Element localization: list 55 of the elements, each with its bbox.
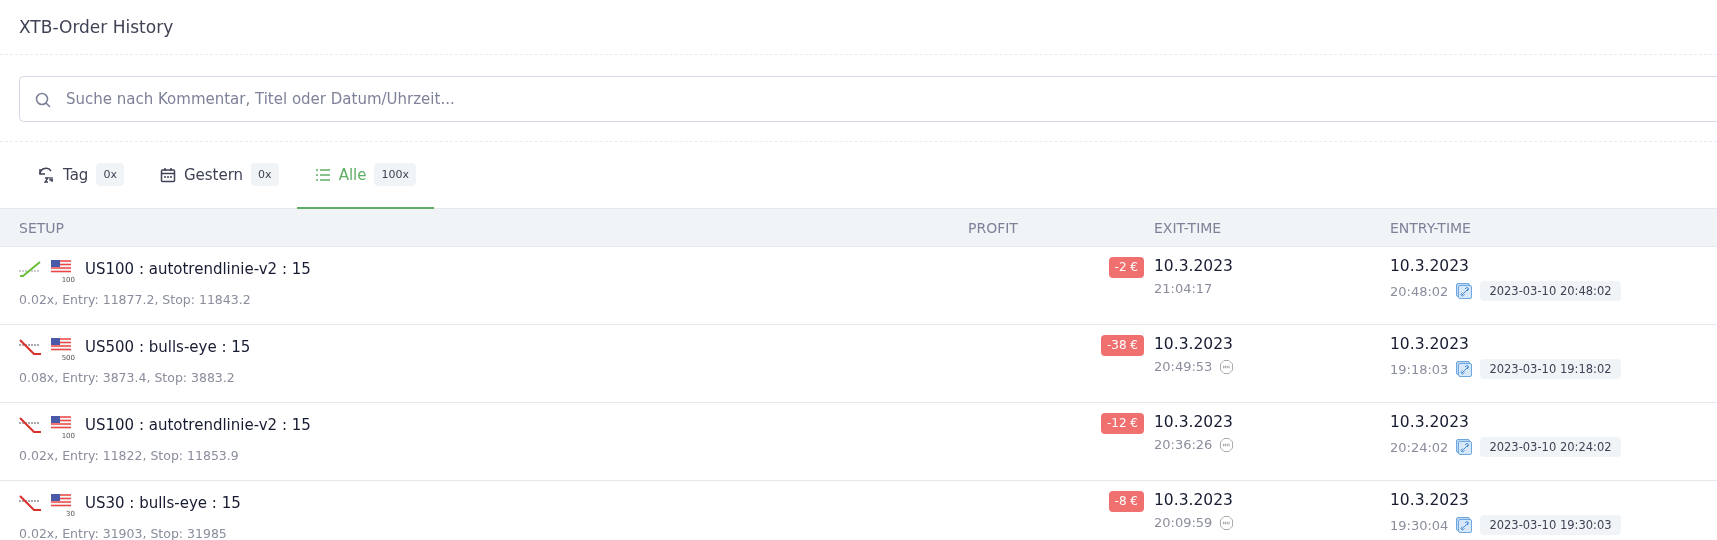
entry-date: 10.3.2023 bbox=[1390, 334, 1470, 355]
profit-badge: -2 € bbox=[1108, 257, 1144, 278]
profit-badge: -38 € bbox=[1100, 335, 1144, 356]
order-details: 0.02x, Entry: 31903, Stop: 31985 bbox=[19, 526, 228, 540]
link-icon[interactable] bbox=[1456, 439, 1473, 455]
profit-badge: -12 € bbox=[1100, 413, 1144, 434]
link-icon[interactable] bbox=[1456, 361, 1473, 377]
timestamp-tag: 2023-03-10 20:48:02 bbox=[1480, 281, 1621, 301]
exit-time: 21:04:17 bbox=[1154, 281, 1213, 296]
order-details: 0.08x, Entry: 3873.4, Stop: 3883.2 bbox=[19, 370, 236, 385]
exit-time: 20:09:59 bbox=[1154, 515, 1213, 530]
column-header: PROFIT bbox=[967, 219, 1019, 236]
us-flag-icon bbox=[51, 494, 71, 507]
exit-date: 10.3.2023 bbox=[1154, 334, 1234, 355]
link-icon[interactable] bbox=[1456, 283, 1473, 299]
entry-date: 10.3.2023 bbox=[1390, 412, 1470, 433]
timestamp-tag: 2023-03-10 19:30:03 bbox=[1480, 515, 1621, 535]
order-details: 0.02x, Entry: 11877.2, Stop: 11843.2 bbox=[19, 292, 252, 307]
entry-date: 10.3.2023 bbox=[1390, 490, 1470, 511]
day-cycle-icon bbox=[37, 165, 55, 184]
setup-title: US100 : autotrendlinie-v2 : 15 bbox=[85, 416, 311, 434]
exit-time: 20:36:26 bbox=[1154, 437, 1213, 452]
entry-time: 19:18:03 bbox=[1390, 361, 1449, 377]
us-flag-icon bbox=[51, 416, 71, 429]
exit-time: 20:49:53 bbox=[1154, 359, 1213, 374]
us-flag-icon bbox=[51, 338, 71, 351]
column-header: EXIT-TIME bbox=[1154, 219, 1223, 236]
search-field[interactable]: Suche nach Kommentar, Titel oder Datum/Uhrzeit... bbox=[19, 76, 1717, 122]
us-flag-icon bbox=[51, 260, 71, 273]
column-header: SETUP bbox=[18, 219, 65, 236]
exit-date: 10.3.2023 bbox=[1154, 256, 1234, 277]
entry-date: 10.3.2023 bbox=[1390, 256, 1470, 277]
link-icon[interactable] bbox=[1456, 517, 1473, 533]
downtrend-icon bbox=[19, 417, 41, 433]
page-title: XTB-Order History bbox=[19, 17, 174, 37]
profit-badge: -8 € bbox=[1108, 491, 1144, 512]
setup-title: US30 : bulls-eye : 15 bbox=[85, 494, 241, 512]
list-icon bbox=[314, 166, 331, 183]
setup-title: US500 : bulls-eye : 15 bbox=[85, 338, 251, 356]
timestamp-tag: 2023-03-10 20:24:02 bbox=[1480, 437, 1621, 457]
filter-tab[interactable]: Gestern 0x bbox=[141, 142, 297, 209]
filter-tab[interactable]: Tag 0x bbox=[19, 142, 142, 209]
entry-time: 20:48:02 bbox=[1390, 283, 1449, 299]
uptrend-icon bbox=[19, 261, 41, 277]
order-details: 0.02x, Entry: 11822, Stop: 11853.9 bbox=[19, 448, 240, 463]
downtrend-icon bbox=[19, 495, 41, 511]
exit-date: 10.3.2023 bbox=[1154, 412, 1234, 433]
column-header: ENTRY-TIME bbox=[1390, 219, 1472, 236]
downtrend-icon bbox=[19, 339, 41, 355]
calendar-icon bbox=[159, 166, 176, 183]
entry-time: 20:24:02 bbox=[1390, 439, 1449, 455]
exit-date: 10.3.2023 bbox=[1154, 490, 1234, 511]
timestamp-tag: 2023-03-10 19:18:02 bbox=[1480, 359, 1621, 379]
setup-title: US100 : autotrendlinie-v2 : 15 bbox=[85, 260, 311, 278]
entry-time: 19:30:04 bbox=[1390, 517, 1449, 533]
